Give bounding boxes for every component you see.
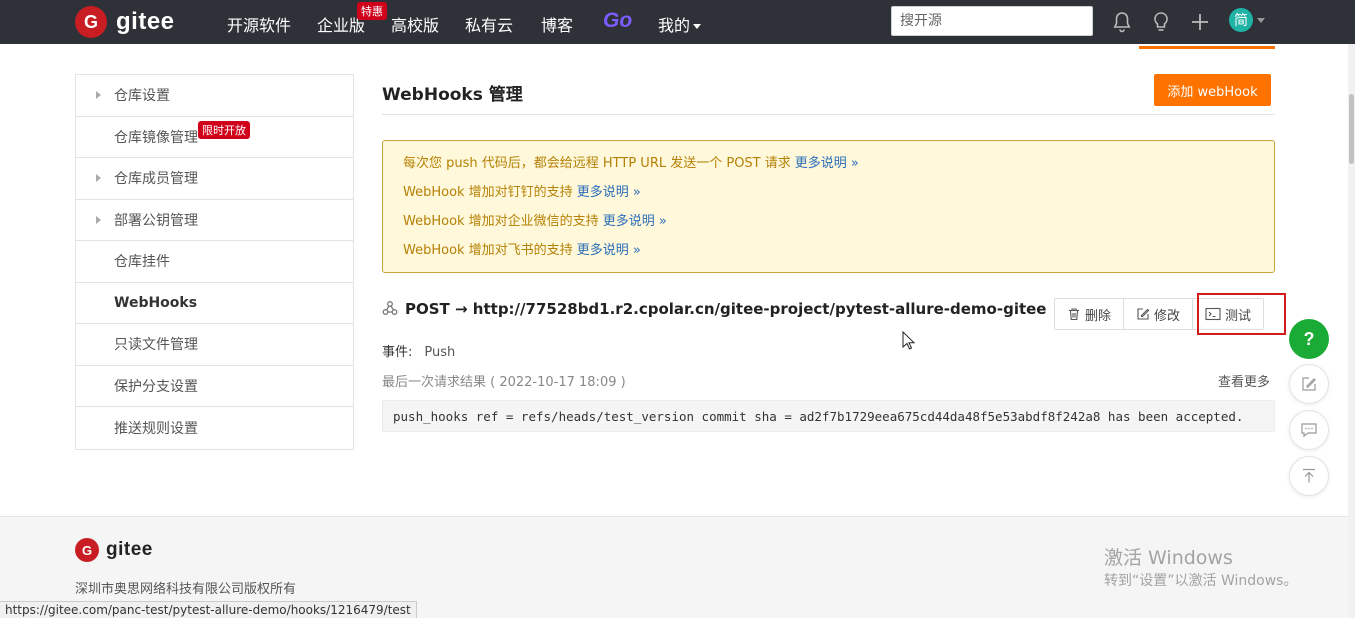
user-avatar[interactable]: 简	[1229, 8, 1253, 32]
sidebar-item-label: 保护分支设置	[114, 378, 198, 395]
bell-icon[interactable]	[1110, 10, 1134, 34]
nav-go[interactable]: Go	[603, 9, 632, 33]
comment-icon	[1301, 423, 1317, 438]
windows-activation-subtitle: 转到“设置”以激活 Windows。	[1104, 573, 1298, 589]
sidebar-item-deploy-keys[interactable]: 部署公钥管理	[76, 200, 353, 241]
footer-logo-text: gitee	[106, 539, 153, 560]
sidebar-item-repo-mirror[interactable]: 仓库镜像管理 限时开放	[76, 117, 353, 158]
sidebar-item-label: 仓库镜像管理	[114, 129, 198, 146]
event-value: Push	[424, 345, 456, 360]
back-to-top-icon	[1303, 468, 1315, 483]
delete-label: 删除	[1085, 308, 1112, 324]
notice-more-link[interactable]: 更多说明 »	[577, 185, 641, 200]
limited-time-badge: 限时开放	[198, 120, 250, 139]
notice-line: WebHook 增加对飞书的支持 更多说明 »	[403, 240, 1254, 269]
notice-line: 每次您 push 代码后，都会给远程 HTTP URL 发送一个 POST 请求…	[403, 153, 1254, 182]
back-to-top-button[interactable]	[1289, 456, 1329, 496]
last-request-result: 最后一次请求结果 ( 2022-10-17 18:09 )	[382, 375, 626, 390]
help-button[interactable]: ?	[1289, 319, 1329, 359]
comment-button[interactable]	[1289, 410, 1329, 450]
footer-logo-mark: G	[75, 538, 99, 562]
gitee-logo[interactable]: G gitee	[75, 6, 175, 38]
sidebar-item-protected-branches[interactable]: 保护分支设置	[76, 366, 353, 407]
test-button-highlight	[1197, 293, 1286, 335]
notice-more-link[interactable]: 更多说明 »	[603, 214, 667, 229]
sidebar-item-label: 仓库成员管理	[114, 171, 198, 188]
webhook-icon	[382, 301, 398, 315]
page-scrollbar[interactable]	[1348, 44, 1355, 618]
edit-webhook-button[interactable]: 修改	[1124, 299, 1194, 329]
webhook-notice: 每次您 push 代码后，都会给远程 HTTP URL 发送一个 POST 请求…	[382, 140, 1275, 273]
footer-logo[interactable]: G gitee	[75, 538, 153, 562]
search-input[interactable]	[891, 6, 1093, 36]
notice-more-link[interactable]: 更多说明 »	[577, 243, 641, 258]
notice-more-link[interactable]: 更多说明 »	[795, 156, 859, 171]
notice-text: 每次您 push 代码后，都会给远程 HTTP URL 发送一个 POST 请求	[403, 156, 791, 171]
delete-webhook-button[interactable]: 删除	[1055, 299, 1125, 329]
sidebar-item-readonly-files[interactable]: 只读文件管理	[76, 324, 353, 366]
sidebar-item-label: 仓库挂件	[114, 254, 170, 271]
gitee-logo-text: gitee	[116, 8, 175, 35]
sidebar-item-widgets[interactable]: 仓库挂件	[76, 241, 353, 283]
notice-text: WebHook 增加对飞书的支持	[403, 243, 573, 258]
page-title: WebHooks 管理	[382, 85, 523, 105]
notice-line: WebHook 增加对钉钉的支持 更多说明 »	[403, 182, 1254, 211]
feedback-button[interactable]	[1289, 364, 1329, 404]
sidebar-item-members[interactable]: 仓库成员管理	[76, 158, 353, 200]
webhook-event: 事件: Push	[382, 341, 455, 360]
gitee-logo-mark: G	[75, 6, 107, 38]
edit-label: 修改	[1154, 308, 1181, 324]
status-bar-url: https://gitee.com/panc-test/pytest-allur…	[0, 601, 417, 618]
edit-icon	[1137, 308, 1150, 320]
settings-sidebar: 仓库设置 仓库镜像管理 限时开放 仓库成员管理 部署公钥管理 仓库挂件 WebHo…	[75, 74, 354, 450]
caret-right-icon	[96, 174, 101, 183]
caret-right-icon	[96, 91, 101, 100]
edit-icon	[1302, 377, 1316, 391]
company-copyright: 深圳市奥思网络科技有限公司版权所有	[75, 582, 297, 597]
nav-active-indicator	[1139, 46, 1275, 49]
sidebar-item-push-rules[interactable]: 推送规则设置	[76, 407, 353, 449]
caret-right-icon	[96, 215, 101, 224]
nav-private-cloud[interactable]: 私有云	[465, 12, 513, 36]
sidebar-item-label: 仓库设置	[114, 88, 170, 105]
response-output: push_hooks ref = refs/heads/test_version…	[382, 400, 1275, 432]
nav-mine-dropdown[interactable]: 我的	[658, 12, 702, 36]
mouse-cursor-icon	[902, 331, 916, 350]
scrollbar-thumb[interactable]	[1349, 94, 1354, 164]
sidebar-item-repo-settings[interactable]: 仓库设置	[76, 75, 353, 117]
nav-education[interactable]: 高校版	[391, 12, 439, 36]
event-label: 事件:	[382, 345, 413, 360]
notice-text: WebHook 增加对钉钉的支持	[403, 185, 573, 200]
webhook-url: POST → http://77528bd1.r2.cpolar.cn/gite…	[405, 300, 1047, 318]
sidebar-item-webhooks[interactable]: WebHooks	[76, 283, 353, 324]
nav-mine-label: 我的	[658, 16, 691, 35]
nav-blog[interactable]: 博客	[541, 12, 573, 36]
lightbulb-icon[interactable]	[1149, 10, 1173, 34]
nav-open-source[interactable]: 开源软件	[227, 12, 291, 36]
sidebar-item-label: WebHooks	[114, 294, 198, 311]
trash-icon	[1069, 308, 1079, 321]
top-navbar: G gitee 开源软件 企业版 特惠 高校版 私有云 博客 Go 我的 简	[0, 0, 1355, 44]
sidebar-item-label: 只读文件管理	[114, 337, 198, 354]
plus-icon[interactable]	[1188, 10, 1212, 34]
windows-activation-title: 激活 Windows	[1104, 547, 1233, 569]
sidebar-item-label: 推送规则设置	[114, 420, 198, 437]
chevron-down-icon	[693, 24, 702, 29]
add-webhook-button[interactable]: 添加 webHook	[1154, 74, 1271, 106]
notice-text: WebHook 增加对企业微信的支持	[403, 214, 599, 229]
see-more-link[interactable]: 查看更多	[1218, 371, 1270, 390]
title-divider	[382, 114, 1275, 115]
enterprise-promo-badge: 特惠	[357, 2, 387, 20]
avatar-chevron-down-icon[interactable]	[1257, 18, 1265, 23]
notice-line: WebHook 增加对企业微信的支持 更多说明 »	[403, 211, 1254, 240]
sidebar-item-label: 部署公钥管理	[114, 212, 198, 229]
